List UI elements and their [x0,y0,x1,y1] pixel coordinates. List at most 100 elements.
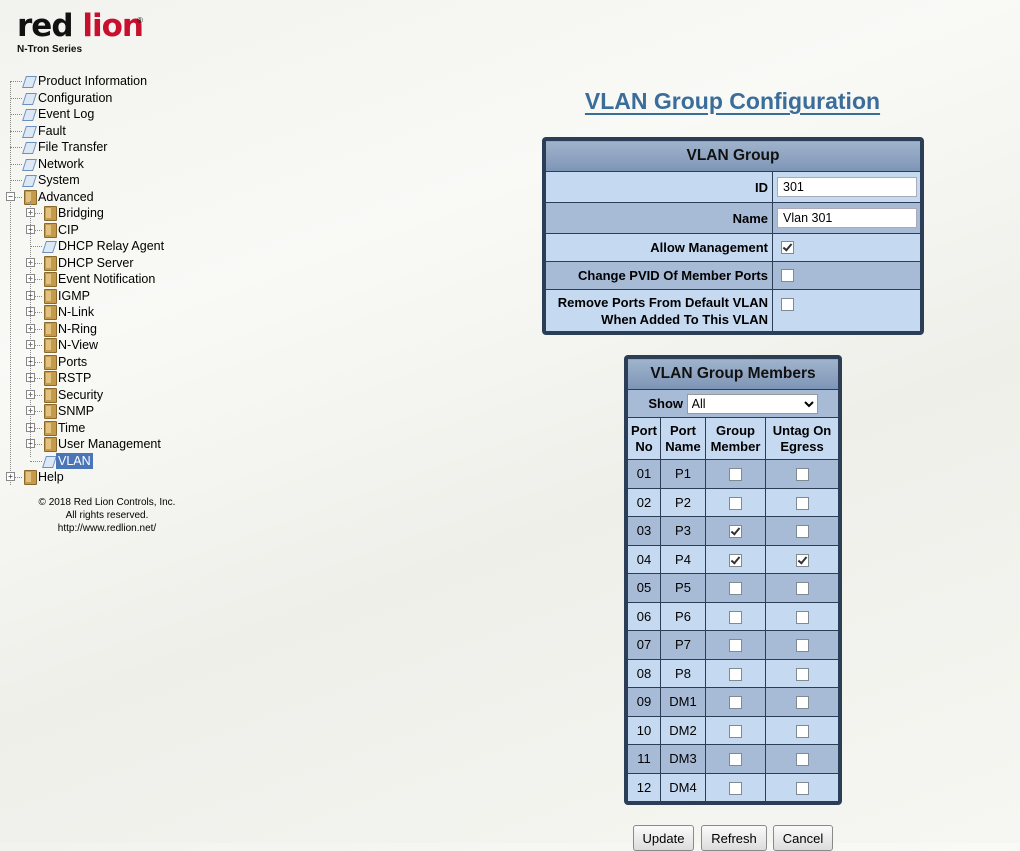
group-member-checkbox[interactable] [729,582,742,596]
untag-egress-checkbox[interactable] [795,724,809,738]
nav-item-dhcp-server[interactable]: + DHCP Server [0,255,260,271]
folder-icon [44,404,57,419]
port-no-cell: 02 [627,487,661,517]
expand-icon[interactable]: + [6,472,15,481]
nav-item-security[interactable]: + Security [0,387,260,403]
untag-egress-checkbox[interactable] [795,781,809,795]
untag-egress-cell [765,687,839,717]
nav-item-snmp[interactable]: + SNMP [0,403,260,419]
untag-egress-cell [765,630,839,660]
refresh-button[interactable]: Refresh [701,825,767,851]
nav-item-user-management[interactable]: + User Management [0,436,260,452]
folder-icon [44,289,57,304]
group-member-checkbox[interactable] [729,696,742,710]
port-no-cell: 03 [627,516,661,546]
allow-management-checkbox[interactable] [781,240,794,254]
nav-label: RSTP [58,371,92,385]
nav-item-time[interactable]: + Time [0,420,260,436]
page-icon [22,76,37,88]
folder-icon [44,355,57,370]
group-member-cell [705,744,766,774]
nav-item-product-information[interactable]: Product Information [0,73,260,89]
nav-item-bridging[interactable]: + Bridging [0,205,260,221]
id-field[interactable] [777,177,917,197]
nav-label: Security [58,388,104,402]
untag-egress-checkbox[interactable] [795,639,809,653]
nav-item-ports[interactable]: + Ports [0,354,260,370]
port-no-cell: 06 [627,601,661,631]
untag-egress-checkbox[interactable] [795,667,809,681]
copyright-footer: © 2018 Red Lion Controls, Inc. All right… [12,496,202,535]
copyright-line: © 2018 Red Lion Controls, Inc. [38,497,176,508]
folder-icon [44,421,57,436]
untag-egress-checkbox[interactable] [795,753,809,767]
website-link[interactable]: http://www.redlion.net/ [12,522,202,535]
group-member-checkbox[interactable] [729,753,742,767]
group-member-cell [705,487,766,517]
untag-egress-checkbox[interactable] [795,610,809,624]
nav-item-dhcp-relay-agent[interactable]: DHCP Relay Agent [0,238,260,254]
group-member-checkbox[interactable] [729,496,742,510]
group-member-checkbox[interactable] [729,610,742,624]
group-member-checkbox[interactable] [729,667,742,681]
port-name-cell: P2 [660,487,706,517]
untag-egress-checkbox[interactable] [795,582,809,596]
group-member-cell [705,715,766,745]
nav-item-rstp[interactable]: + RSTP [0,370,260,386]
nav-item-help[interactable]: + Help [0,469,260,485]
nav-item-network[interactable]: Network [0,156,260,172]
group-member-checkbox[interactable] [729,639,742,653]
remove-ports-label-line2: When Added To This VLAN [601,311,768,327]
port-no-cell: 05 [627,573,661,603]
remove-ports-label: Remove Ports From Default VLAN When Adde… [545,289,773,332]
nav-item-n-ring[interactable]: + N-Ring [0,321,260,337]
nav-item-cip[interactable]: + CIP [0,222,260,238]
port-no-cell: 11 [627,744,661,774]
group-member-checkbox[interactable] [729,781,742,795]
group-member-checkbox[interactable] [729,468,742,482]
show-filter-select[interactable]: All [686,393,818,414]
untag-egress-cell [765,573,839,603]
table-row: 09 DM1 [627,687,839,717]
nav-item-event-log[interactable]: Event Log [0,106,260,122]
nav-item-event-notification[interactable]: + Event Notification [0,271,260,287]
nav-label: N-Ring [58,322,97,336]
nav-item-igmp[interactable]: + IGMP [0,288,260,304]
untag-egress-checkbox[interactable] [795,553,809,567]
page-icon [42,241,57,253]
nav-item-file-transfer[interactable]: File Transfer [0,139,260,155]
folder-icon [44,256,57,271]
nav-item-configuration[interactable]: Configuration [0,90,260,106]
cancel-button[interactable]: Cancel [773,825,833,851]
table-row: 07 P7 [627,630,839,660]
nav-item-fault[interactable]: Fault [0,123,260,139]
change-pvid-checkbox[interactable] [781,268,794,282]
port-no-cell: 10 [627,715,661,745]
port-name-cell: P6 [660,601,706,631]
name-field[interactable] [777,208,917,228]
untag-egress-checkbox[interactable] [795,496,809,510]
col-header-port-no: Port No [627,417,661,460]
nav-item-n-view[interactable]: + N-View [0,337,260,353]
untag-egress-checkbox[interactable] [795,468,809,482]
untag-egress-checkbox[interactable] [795,696,809,710]
folder-icon [44,437,57,452]
group-member-checkbox[interactable] [729,724,742,738]
nav-item-vlan[interactable]: VLAN [0,453,260,469]
nav-item-n-link[interactable]: + N-Link [0,304,260,320]
page-icon [42,456,57,468]
nav-label: SNMP [58,404,95,418]
collapse-icon[interactable]: − [6,192,15,201]
nav-item-advanced[interactable]: − Advanced [0,189,260,205]
update-button[interactable]: Update [633,825,694,851]
tree-connector [30,461,42,462]
change-pvid-label: Change PVID Of Member Ports [545,261,773,290]
untag-egress-checkbox[interactable] [795,525,809,539]
nav-item-system[interactable]: System [0,172,260,188]
name-label: Name [545,202,773,234]
group-member-checkbox[interactable] [729,553,742,567]
remove-ports-checkbox[interactable] [781,298,794,312]
id-label: ID [545,171,773,203]
tree-connector [10,98,22,99]
group-member-checkbox[interactable] [729,525,742,539]
